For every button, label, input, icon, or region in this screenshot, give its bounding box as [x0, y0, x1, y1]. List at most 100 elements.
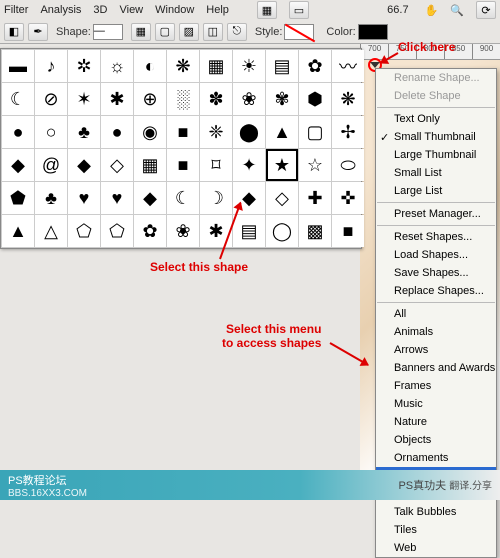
shape-cell-17[interactable]: ✽ [200, 83, 232, 115]
rotate-icon[interactable]: ⟳ [476, 1, 496, 19]
shape-cell-20[interactable]: ⬢ [299, 83, 331, 115]
menu-item-objects[interactable]: Objects [376, 431, 496, 449]
menu-item-tiles[interactable]: Tiles [376, 521, 496, 539]
shape-cell-65[interactable]: ■ [332, 215, 364, 247]
shape-picker[interactable]: — [93, 24, 123, 40]
shape-cell-50[interactable]: ☽ [200, 182, 232, 214]
menu-item-large-thumbnail[interactable]: Large Thumbnail [376, 146, 496, 164]
shape-cell-55[interactable]: ▲ [2, 215, 34, 247]
shape-cell-63[interactable]: ◯ [266, 215, 298, 247]
shape-cell-23[interactable]: ○ [35, 116, 67, 148]
mode-combine[interactable]: ◫ [203, 23, 223, 41]
shape-cell-28[interactable]: ❈ [200, 116, 232, 148]
shape-cell-34[interactable]: @ [35, 149, 67, 181]
shape-cell-59[interactable]: ✿ [134, 215, 166, 247]
menu-item-small-thumbnail[interactable]: Small Thumbnail [376, 128, 496, 146]
shape-cell-57[interactable]: ⬠ [68, 215, 100, 247]
menu-item-large-list[interactable]: Large List [376, 182, 496, 200]
shape-cell-41[interactable]: ★ [266, 149, 298, 181]
shape-cell-43[interactable]: ⬭ [332, 149, 364, 181]
hand-icon[interactable]: ✋ [425, 4, 439, 17]
shape-cell-48[interactable]: ◆ [134, 182, 166, 214]
menu-item-web[interactable]: Web [376, 539, 496, 557]
tool-preset[interactable]: ◧ [4, 23, 24, 41]
menu-item-reset-shapes[interactable]: Reset Shapes... [376, 228, 496, 246]
shape-cell-15[interactable]: ⊕ [134, 83, 166, 115]
shape-cell-58[interactable]: ⬠ [101, 215, 133, 247]
screen-mode[interactable]: ▭ [289, 1, 309, 19]
shape-cell-32[interactable]: ✢ [332, 116, 364, 148]
shape-cell-53[interactable]: ✚ [299, 182, 331, 214]
menu-item-all[interactable]: All [376, 305, 496, 323]
shape-cell-16[interactable]: ░ [167, 83, 199, 115]
shape-cell-36[interactable]: ◇ [101, 149, 133, 181]
shape-cell-29[interactable]: ⬤ [233, 116, 265, 148]
shape-cell-24[interactable]: ♣ [68, 116, 100, 148]
shape-cell-44[interactable]: ⬟ [2, 182, 34, 214]
shape-cell-10[interactable]: 〰 [332, 50, 364, 82]
shape-cell-7[interactable]: ☀ [233, 50, 265, 82]
shape-cell-6[interactable]: ▦ [200, 50, 232, 82]
shape-cell-31[interactable]: ▢ [299, 116, 331, 148]
shape-cell-38[interactable]: ■ [167, 149, 199, 181]
shape-cell-35[interactable]: ◆ [68, 149, 100, 181]
shape-cell-21[interactable]: ❋ [332, 83, 364, 115]
shape-cell-26[interactable]: ◉ [134, 116, 166, 148]
shape-cell-9[interactable]: ✿ [299, 50, 331, 82]
menu-item-text-only[interactable]: Text Only [376, 110, 496, 128]
zoom-icon[interactable]: 🔍 [450, 4, 464, 17]
shape-cell-14[interactable]: ✱ [101, 83, 133, 115]
menu-item-load-shapes[interactable]: Load Shapes... [376, 246, 496, 264]
menu-item-save-shapes[interactable]: Save Shapes... [376, 264, 496, 282]
menu-item-music[interactable]: Music [376, 395, 496, 413]
menu-item-replace-shapes[interactable]: Replace Shapes... [376, 282, 496, 300]
shape-cell-64[interactable]: ▩ [299, 215, 331, 247]
shape-cell-25[interactable]: ● [101, 116, 133, 148]
shape-cell-52[interactable]: ◇ [266, 182, 298, 214]
shape-cell-62[interactable]: ▤ [233, 215, 265, 247]
shape-cell-47[interactable]: ♥ [101, 182, 133, 214]
menu-item-animals[interactable]: Animals [376, 323, 496, 341]
shape-cell-22[interactable]: ● [2, 116, 34, 148]
menu-3d[interactable]: 3D [93, 4, 107, 16]
menu-item-ornaments[interactable]: Ornaments [376, 449, 496, 467]
menu-item-talk-bubbles[interactable]: Talk Bubbles [376, 503, 496, 521]
menu-analysis[interactable]: Analysis [40, 4, 81, 16]
shape-cell-3[interactable]: ☼ [101, 50, 133, 82]
shape-cell-13[interactable]: ✶ [68, 83, 100, 115]
mode-path[interactable]: ▢ [155, 23, 175, 41]
shape-cell-30[interactable]: ▲ [266, 116, 298, 148]
shape-cell-60[interactable]: ❀ [167, 215, 199, 247]
menu-item-small-list[interactable]: Small List [376, 164, 496, 182]
shape-cell-18[interactable]: ❀ [233, 83, 265, 115]
shape-cell-54[interactable]: ✜ [332, 182, 364, 214]
shape-cell-11[interactable]: ☾ [2, 83, 34, 115]
shape-cell-49[interactable]: ☾ [167, 182, 199, 214]
mode-shape-layer[interactable]: ▦ [131, 23, 151, 41]
shape-cell-46[interactable]: ♥ [68, 182, 100, 214]
shape-cell-61[interactable]: ✱ [200, 215, 232, 247]
shape-cell-33[interactable]: ◆ [2, 149, 34, 181]
zoom-value[interactable]: 66.7 [387, 4, 412, 16]
menu-item-arrows[interactable]: Arrows [376, 341, 496, 359]
shape-cell-4[interactable]: ◐ [134, 50, 166, 82]
menu-filter[interactable]: Filter [4, 4, 28, 16]
mode-fill[interactable]: ▨ [179, 23, 199, 41]
shape-cell-56[interactable]: △ [35, 215, 67, 247]
menu-item-frames[interactable]: Frames [376, 377, 496, 395]
menu-help[interactable]: Help [206, 4, 229, 16]
shape-cell-27[interactable]: ■ [167, 116, 199, 148]
pen-icon[interactable]: ✒ [28, 23, 48, 41]
shape-cell-39[interactable]: ⌑ [200, 149, 232, 181]
menu-window[interactable]: Window [155, 4, 194, 16]
menu-view[interactable]: View [119, 4, 143, 16]
shape-cell-37[interactable]: ▦ [134, 149, 166, 181]
shape-cell-0[interactable]: ▬ [2, 50, 34, 82]
shape-cell-2[interactable]: ✲ [68, 50, 100, 82]
style-swatch[interactable] [284, 24, 314, 40]
shape-cell-12[interactable]: ⊘ [35, 83, 67, 115]
shape-cell-19[interactable]: ✾ [266, 83, 298, 115]
shape-cell-42[interactable]: ☆ [299, 149, 331, 181]
menu-item-preset-manager[interactable]: Preset Manager... [376, 205, 496, 223]
link-icon[interactable]: ⎋ [227, 23, 247, 41]
